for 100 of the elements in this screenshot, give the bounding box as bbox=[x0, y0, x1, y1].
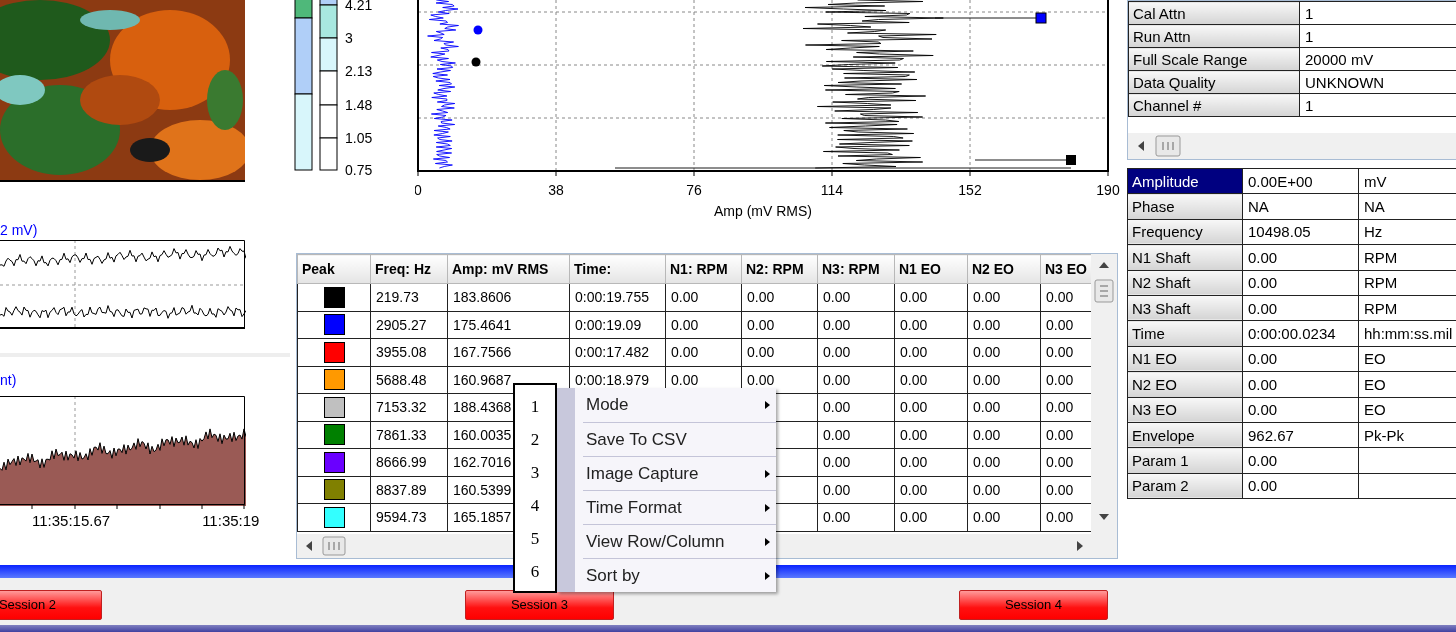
tick-label: 76 bbox=[686, 182, 702, 198]
column-header[interactable]: Amp: mV RMS bbox=[447, 254, 570, 284]
table-cell: 0.00 bbox=[900, 454, 928, 471]
table-cell: 0.00 bbox=[1046, 509, 1074, 526]
table-cell: 0.00 bbox=[973, 344, 1001, 361]
menu-item[interactable]: Sort by bbox=[583, 558, 776, 592]
column-header[interactable]: N3 EO bbox=[1040, 254, 1091, 284]
readout-label[interactable]: N3 Shaft bbox=[1127, 295, 1243, 321]
readout-value: 10498.05 bbox=[1248, 223, 1311, 241]
table-cell: 0.00 bbox=[671, 289, 699, 306]
property-value[interactable]: 1 bbox=[1299, 1, 1456, 25]
column-header[interactable]: N2 EO bbox=[967, 254, 1041, 284]
table-cell: 0.00 bbox=[1046, 454, 1074, 471]
table-cell: 0.00 bbox=[900, 344, 928, 361]
table-cell: 219.73 bbox=[376, 289, 419, 306]
readout-label[interactable]: Param 1 bbox=[1127, 447, 1243, 474]
session-button[interactable]: Session 2 bbox=[0, 589, 102, 620]
session-button[interactable]: Session 4 bbox=[959, 589, 1108, 620]
readout-label[interactable]: N1 EO bbox=[1127, 346, 1243, 372]
readout-label[interactable]: Frequency bbox=[1127, 219, 1243, 245]
table-cell: 0.00 bbox=[823, 344, 851, 361]
readout-value: 0.00 bbox=[1248, 477, 1278, 495]
column-header[interactable]: Time: bbox=[569, 254, 666, 284]
table-cell: 3955.08 bbox=[376, 344, 427, 361]
property-label: Data Quality bbox=[1128, 70, 1300, 94]
table-cell: 0.00 bbox=[1046, 289, 1074, 306]
peak-marker bbox=[473, 25, 483, 35]
table-cell: 0.00 bbox=[747, 371, 775, 388]
annotation-number: 3 bbox=[530, 462, 540, 484]
table-cell: 0.00 bbox=[823, 454, 851, 471]
table-cell: 0.00 bbox=[900, 399, 928, 416]
readout-unit: RPM bbox=[1364, 299, 1398, 317]
table-cell: 0:00:17.482 bbox=[575, 344, 649, 361]
readout-label[interactable]: N3 EO bbox=[1127, 397, 1243, 423]
readout-label[interactable]: N2 EO bbox=[1127, 371, 1243, 397]
table-cell: 160.9687 bbox=[453, 371, 512, 388]
tick-label: 38 bbox=[548, 182, 564, 198]
readout-value: 0.00 bbox=[1248, 299, 1278, 317]
table-cell: 0.00 bbox=[973, 399, 1001, 416]
session-button[interactable]: Session 3 bbox=[465, 589, 614, 620]
readout-value: 0.00 bbox=[1248, 350, 1278, 368]
readout-unit: Pk-Pk bbox=[1364, 426, 1404, 444]
readout-label[interactable]: Param 2 bbox=[1127, 473, 1243, 499]
table-cell: 0.00 bbox=[1046, 481, 1074, 498]
table-cell: 0.00 bbox=[973, 454, 1001, 471]
table-cell: 167.7566 bbox=[453, 344, 512, 361]
readout-label[interactable]: Amplitude bbox=[1127, 168, 1243, 194]
table-cell: 0.00 bbox=[823, 316, 851, 333]
property-label: Full Scale Range bbox=[1128, 47, 1300, 71]
peak-marker bbox=[1035, 12, 1047, 24]
readout-unit: NA bbox=[1364, 198, 1385, 216]
readout-label[interactable]: N1 Shaft bbox=[1127, 244, 1243, 271]
annotation-number: 5 bbox=[530, 528, 540, 550]
table-cell: 175.4641 bbox=[453, 316, 512, 333]
annotation-number: 4 bbox=[530, 495, 540, 517]
scale-label: 2.13 bbox=[345, 63, 373, 79]
menu-item[interactable]: Save To CSV bbox=[583, 422, 776, 456]
column-header[interactable]: N1: RPM bbox=[665, 254, 742, 284]
axis-title: Amp (mV RMS) bbox=[714, 203, 812, 219]
readout-label[interactable]: Time bbox=[1127, 320, 1243, 347]
table-cell: 0:00:19.09 bbox=[575, 316, 642, 333]
readout-unit: hh:mm:ss.mil bbox=[1364, 325, 1453, 343]
readout-value: 0:00:00.0234 bbox=[1248, 325, 1336, 343]
readout-label[interactable]: Envelope bbox=[1127, 422, 1243, 448]
table-cell: 0.00 bbox=[823, 509, 851, 526]
table-cell: 0.00 bbox=[671, 371, 699, 388]
vertical-scrollbar[interactable] bbox=[1091, 254, 1117, 534]
chart-title: 2 mV) bbox=[0, 221, 39, 240]
menu-item[interactable]: Time Format bbox=[583, 490, 776, 524]
readout-label[interactable]: Phase bbox=[1127, 193, 1243, 220]
table-cell: 0.00 bbox=[823, 399, 851, 416]
table-cell: 0.00 bbox=[900, 481, 928, 498]
table-cell: 0.00 bbox=[900, 289, 928, 306]
menu-item[interactable]: Image Capture bbox=[583, 456, 776, 490]
table-cell: 165.1857 bbox=[453, 509, 512, 526]
readout-unit: EO bbox=[1364, 401, 1386, 419]
table-cell: 0.00 bbox=[973, 316, 1001, 333]
column-header[interactable]: N1 EO bbox=[894, 254, 968, 284]
table-cell: 0.00 bbox=[973, 289, 1001, 306]
peak-marker bbox=[1066, 155, 1076, 165]
column-header[interactable]: Freq: Hz bbox=[370, 254, 448, 284]
column-header[interactable]: N2: RPM bbox=[741, 254, 818, 284]
horizontal-scrollbar[interactable] bbox=[1128, 133, 1456, 159]
readout-unit: mV bbox=[1364, 172, 1387, 190]
table-cell: 0:00:19.755 bbox=[575, 289, 649, 306]
readout-label[interactable]: N2 Shaft bbox=[1127, 270, 1243, 296]
table-cell: 0:00:18.979 bbox=[575, 371, 649, 388]
table-cell: 2905.27 bbox=[376, 316, 427, 333]
table-cell: 162.7016 bbox=[453, 454, 512, 471]
table-cell: 0.00 bbox=[747, 316, 775, 333]
column-header[interactable]: N3: RPM bbox=[817, 254, 895, 284]
column-header[interactable]: Peak bbox=[297, 254, 371, 284]
table-cell: 8837.89 bbox=[376, 481, 427, 498]
scale-label: 1.05 bbox=[345, 130, 373, 146]
table-cell: 0.00 bbox=[671, 316, 699, 333]
menu-item[interactable]: Mode bbox=[557, 388, 776, 422]
axis-label: 11:35:15.67 bbox=[32, 512, 111, 529]
menu-item[interactable]: View Row/Column bbox=[583, 524, 776, 558]
table-cell: 7861.33 bbox=[376, 426, 427, 443]
readout-unit: RPM bbox=[1364, 248, 1398, 266]
